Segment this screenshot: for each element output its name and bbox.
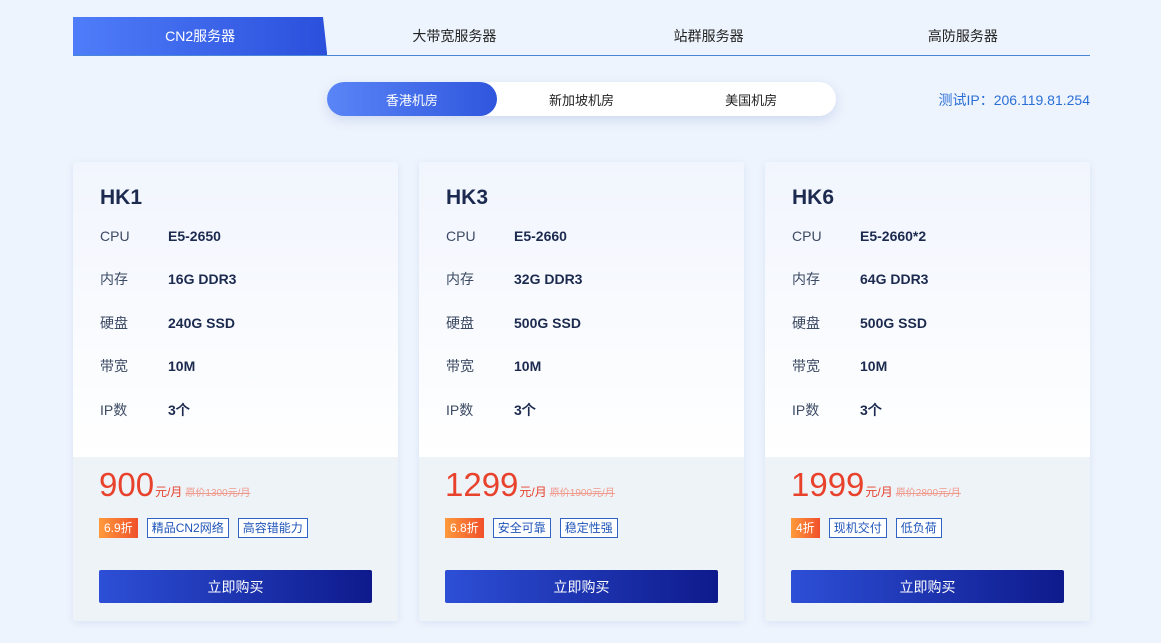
region-switch: 香港机房 新加坡机房 美国机房 <box>327 82 836 116</box>
spec-label: 内存 <box>100 271 128 288</box>
spec-row-disk: 硬盘 500G SSD <box>446 301 744 345</box>
spec-label: IP数 <box>100 401 128 418</box>
tab-cn2-servers[interactable]: CN2服务器 <box>73 17 328 55</box>
spec-value: 10M <box>514 358 542 375</box>
spec-label: CPU <box>446 227 476 244</box>
price-value: 1299 <box>445 466 519 503</box>
spec-label: IP数 <box>792 401 820 418</box>
spec-label: 内存 <box>446 271 474 288</box>
spec-row-cpu: CPU E5-2650 <box>100 214 398 258</box>
spec-value: 3个 <box>860 401 882 418</box>
discount-badge: 6.9折 <box>99 517 138 538</box>
spec-row-bandwidth: 带宽 10M <box>100 345 398 389</box>
original-price: 原价1300元/月 <box>185 488 251 499</box>
price-unit: 元/月 <box>865 485 893 499</box>
price-value: 900 <box>99 466 155 503</box>
spec-row-ips: IP数 3个 <box>792 388 1090 432</box>
feature-tag: 高容错能力 <box>237 517 308 538</box>
feature-tags: 4折 现机交付 低负荷 <box>791 517 1090 538</box>
server-card-hk3: HK3 CPU E5-2660 内存 32G DDR3 硬盘 500G SSD … <box>419 162 744 621</box>
spec-row-memory: 内存 16G DDR3 <box>100 258 398 302</box>
price-line: 900 元/月 原价1300元/月 <box>99 465 398 505</box>
spec-row-ips: IP数 3个 <box>446 388 744 432</box>
spec-value: 10M <box>168 358 196 375</box>
original-price: 原价2800元/月 <box>895 488 961 499</box>
feature-tag: 低负荷 <box>895 517 942 538</box>
card-title: HK6 <box>792 186 835 209</box>
spec-label: CPU <box>100 227 130 244</box>
buy-now-button[interactable]: 立即购买 <box>445 570 718 603</box>
spec-value: 16G DDR3 <box>168 271 237 288</box>
spec-label: CPU <box>792 227 822 244</box>
spec-value: 500G SSD <box>860 314 927 331</box>
feature-tag: 精品CN2网络 <box>146 517 229 538</box>
discount-badge: 4折 <box>791 517 820 538</box>
spec-row-ips: IP数 3个 <box>100 388 398 432</box>
spec-label: 带宽 <box>792 358 820 375</box>
spec-label: 带宽 <box>446 358 474 375</box>
spec-label: 硬盘 <box>792 314 820 331</box>
card-title: HK3 <box>446 186 489 209</box>
region-usa-button[interactable]: 美国机房 <box>666 82 836 116</box>
tab-ddos-protected-servers[interactable]: 高防服务器 <box>836 17 1090 55</box>
spec-value: 32G DDR3 <box>514 271 583 288</box>
discount-badge: 6.8折 <box>445 517 484 538</box>
card-specs: HK6 CPU E5-2660*2 内存 64G DDR3 硬盘 500G SS… <box>765 162 1090 457</box>
buy-now-button[interactable]: 立即购买 <box>99 570 372 603</box>
spec-row-bandwidth: 带宽 10M <box>446 345 744 389</box>
spec-value: 64G DDR3 <box>860 271 929 288</box>
spec-value: E5-2660 <box>514 227 567 244</box>
spec-row-disk: 硬盘 500G SSD <box>792 301 1090 345</box>
spec-value: 500G SSD <box>514 314 581 331</box>
price-value: 1999 <box>791 466 865 503</box>
server-card-hk6: HK6 CPU E5-2660*2 内存 64G DDR3 硬盘 500G SS… <box>765 162 1090 621</box>
category-tabs: CN2服务器 大带宽服务器 站群服务器 高防服务器 <box>73 17 1090 56</box>
spec-row-bandwidth: 带宽 10M <box>792 345 1090 389</box>
spec-label: IP数 <box>446 401 474 418</box>
spec-value: 3个 <box>514 401 536 418</box>
spec-label: 带宽 <box>100 358 128 375</box>
spec-row-disk: 硬盘 240G SSD <box>100 301 398 345</box>
region-singapore-button[interactable]: 新加坡机房 <box>497 82 667 116</box>
region-hongkong-button[interactable]: 香港机房 <box>327 82 497 116</box>
server-card-hk1: HK1 CPU E5-2650 内存 16G DDR3 硬盘 240G SSD … <box>73 162 398 621</box>
server-cards: HK1 CPU E5-2650 内存 16G DDR3 硬盘 240G SSD … <box>73 162 1090 621</box>
spec-row-memory: 内存 32G DDR3 <box>446 258 744 302</box>
spec-label: 硬盘 <box>100 314 128 331</box>
spec-label: 内存 <box>792 271 820 288</box>
test-ip-text: 测试IP：206.119.81.254 <box>938 92 1090 108</box>
price-line: 1999 元/月 原价2800元/月 <box>791 465 1090 505</box>
spec-value: 240G SSD <box>168 314 235 331</box>
feature-tag: 稳定性强 <box>559 517 618 538</box>
card-title: HK1 <box>100 186 143 209</box>
feature-tag: 安全可靠 <box>492 517 551 538</box>
spec-row-memory: 内存 64G DDR3 <box>792 258 1090 302</box>
spec-label: 硬盘 <box>446 314 474 331</box>
spec-value: E5-2660*2 <box>860 227 927 244</box>
buy-now-button[interactable]: 立即购买 <box>791 570 1064 603</box>
feature-tags: 6.8折 安全可靠 稳定性强 <box>445 517 744 538</box>
spec-row-cpu: CPU E5-2660*2 <box>792 214 1090 258</box>
feature-tags: 6.9折 精品CN2网络 高容错能力 <box>99 517 398 538</box>
card-specs: HK3 CPU E5-2660 内存 32G DDR3 硬盘 500G SSD … <box>419 162 744 457</box>
price-line: 1299 元/月 原价1900元/月 <box>445 465 744 505</box>
spec-row-cpu: CPU E5-2660 <box>446 214 744 258</box>
spec-value: 10M <box>860 358 888 375</box>
price-unit: 元/月 <box>155 485 183 499</box>
tab-site-cluster-servers[interactable]: 站群服务器 <box>582 17 836 55</box>
feature-tag: 现机交付 <box>828 517 887 538</box>
tab-high-bandwidth-servers[interactable]: 大带宽服务器 <box>327 17 581 55</box>
spec-value: 3个 <box>168 401 190 418</box>
spec-value: E5-2650 <box>168 227 221 244</box>
price-unit: 元/月 <box>519 485 547 499</box>
original-price: 原价1900元/月 <box>549 488 615 499</box>
card-specs: HK1 CPU E5-2650 内存 16G DDR3 硬盘 240G SSD … <box>73 162 398 457</box>
